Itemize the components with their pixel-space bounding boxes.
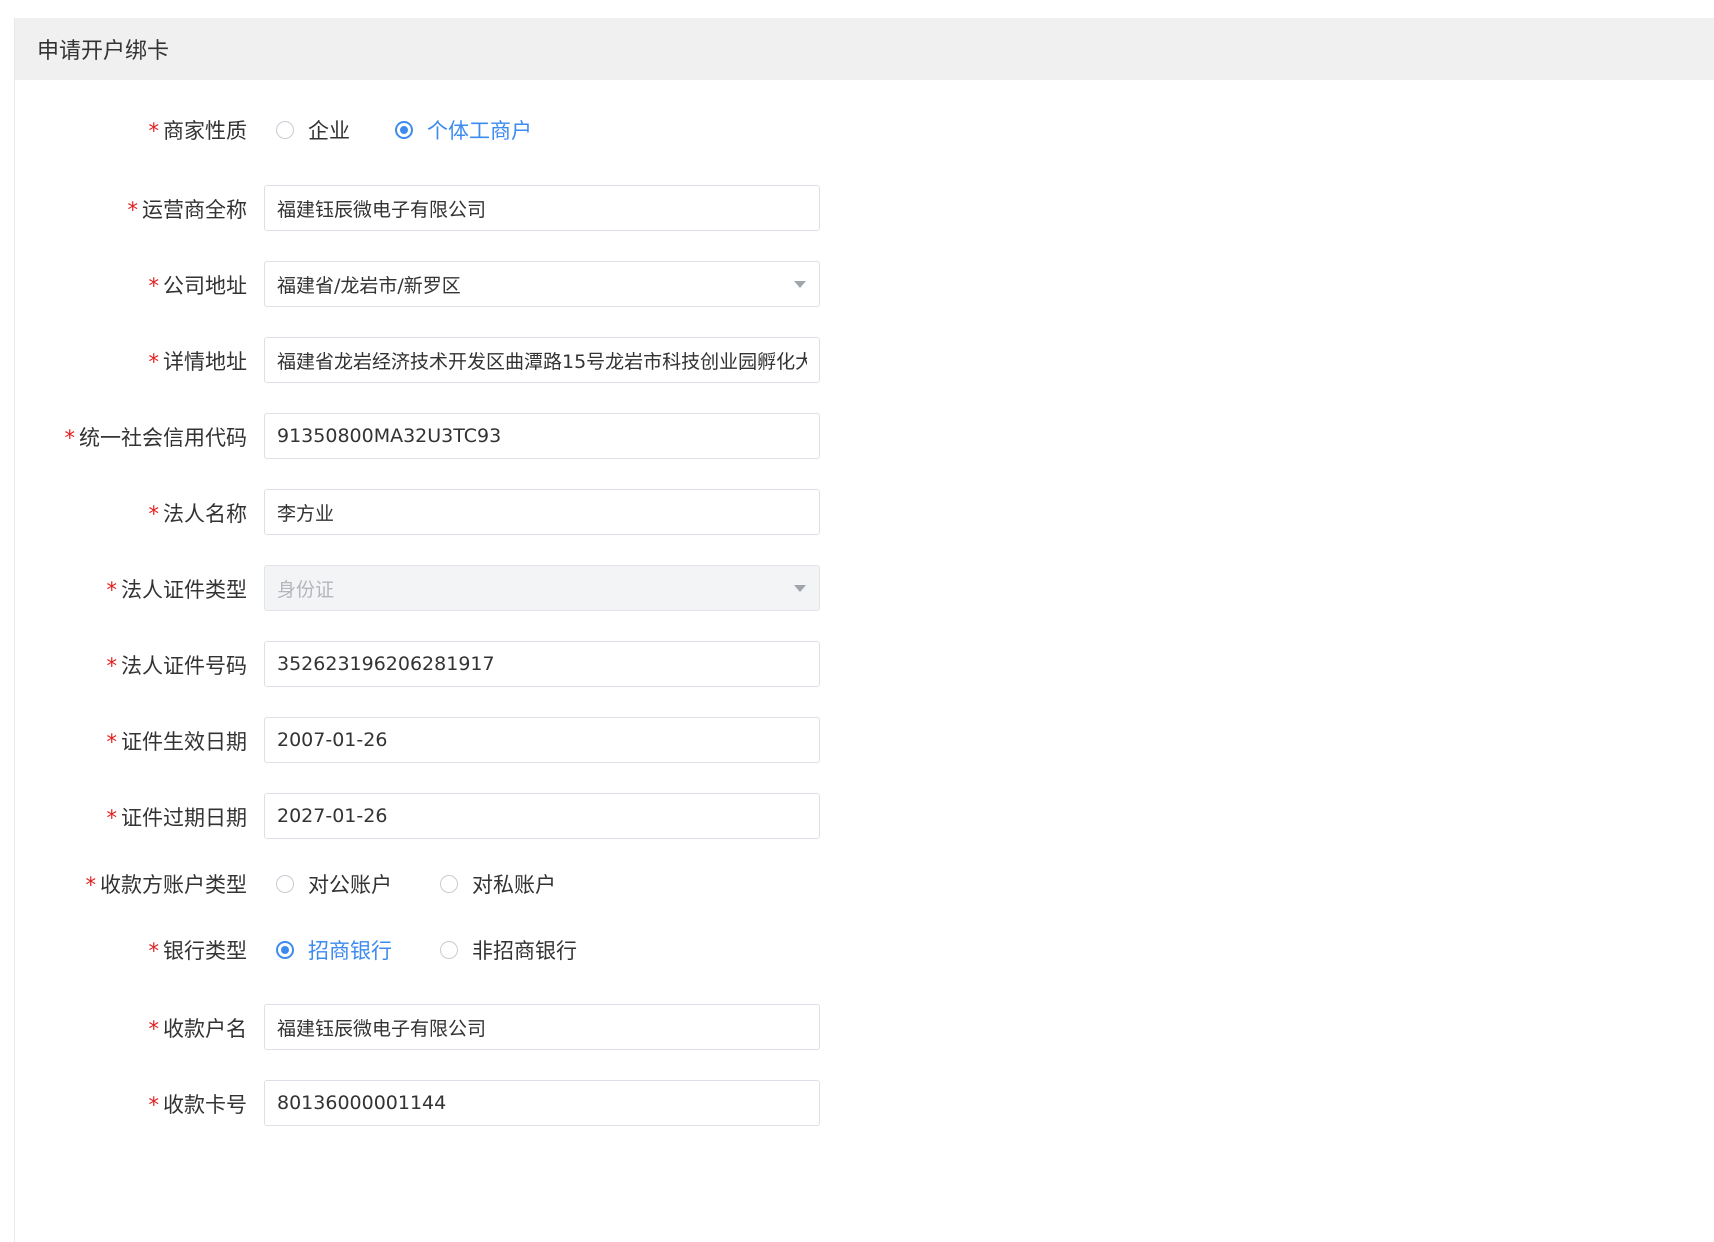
radio-enterprise-label: 企业 bbox=[308, 119, 350, 143]
page-title: 申请开户绑卡 bbox=[37, 39, 170, 64]
payee-card-number-input[interactable] bbox=[264, 1080, 820, 1126]
radio-circle-icon bbox=[440, 941, 458, 959]
radio-circle-icon bbox=[276, 121, 294, 139]
legal-id-type-value: 身份证 bbox=[277, 578, 335, 601]
bank-type-label: * 银行类型 bbox=[148, 939, 248, 963]
required-mark: * bbox=[148, 350, 160, 374]
legal-name-label: * 法人名称 bbox=[148, 502, 248, 526]
radio-individual-business-label: 个体工商户 bbox=[427, 119, 532, 143]
payee-name-label: * 收款户名 bbox=[148, 1017, 248, 1041]
id-start-date-label: * 证件生效日期 bbox=[106, 730, 248, 754]
form-row-legal-name: * 法人名称 bbox=[15, 489, 1015, 537]
detail-address-label: * 详情地址 bbox=[148, 350, 248, 374]
legal-id-type-select: 身份证 bbox=[264, 565, 820, 611]
id-start-date-input[interactable] bbox=[264, 717, 820, 763]
form-row-detail-address: * 详情地址 bbox=[15, 337, 1015, 385]
form-row-legal-id-type: * 法人证件类型 身份证 bbox=[15, 565, 1015, 613]
required-mark: * bbox=[85, 873, 97, 897]
radio-enterprise[interactable]: 企业 bbox=[276, 115, 395, 145]
account-binding-panel: 申请开户绑卡 * 商家性质 企业 个体工商户 * 运营商全称 福建钰辰微电子有限… bbox=[14, 18, 1714, 1242]
credit-code-label: * 统一社会信用代码 bbox=[64, 426, 248, 450]
credit-code-input[interactable] bbox=[264, 413, 820, 459]
required-mark: * bbox=[106, 654, 118, 678]
form-row-credit-code: * 统一社会信用代码 bbox=[15, 413, 1015, 461]
required-mark: * bbox=[127, 198, 139, 222]
payee-account-type-label: * 收款方账户类型 bbox=[85, 873, 248, 897]
radio-cmb-bank-label: 招商银行 bbox=[308, 939, 392, 963]
form-row-id-end-date: * 证件过期日期 bbox=[15, 793, 1015, 841]
required-mark: * bbox=[148, 119, 160, 143]
detail-address-input[interactable] bbox=[264, 337, 820, 383]
page: 申请开户绑卡 * 商家性质 企业 个体工商户 * 运营商全称 福建钰辰微电子有限… bbox=[0, 0, 1714, 1242]
radio-private-account[interactable]: 对私账户 bbox=[440, 869, 556, 899]
radio-non-cmb-bank[interactable]: 非招商银行 bbox=[440, 935, 577, 965]
legal-id-number-input[interactable] bbox=[264, 641, 820, 687]
required-mark: * bbox=[148, 502, 160, 526]
form-row-payee-account-type: * 收款方账户类型 对公账户 对私账户 bbox=[15, 860, 1015, 908]
merchant-type-label: * 商家性质 bbox=[148, 119, 248, 143]
chevron-down-icon bbox=[794, 585, 806, 592]
bank-type-radio-group: 招商银行 非招商银行 bbox=[276, 926, 577, 974]
radio-private-account-label: 对私账户 bbox=[472, 873, 556, 897]
required-mark: * bbox=[148, 1017, 160, 1041]
radio-corporate-account-label: 对公账户 bbox=[308, 873, 392, 897]
radio-non-cmb-bank-label: 非招商银行 bbox=[472, 939, 577, 963]
radio-individual-business[interactable]: 个体工商户 bbox=[395, 115, 532, 145]
form-row-legal-id-number: * 法人证件号码 bbox=[15, 641, 1015, 689]
required-mark: * bbox=[106, 806, 118, 830]
form-row-company-address: * 公司地址 福建省/龙岩市/新罗区 bbox=[15, 261, 1015, 309]
company-address-select[interactable]: 福建省/龙岩市/新罗区 bbox=[264, 261, 820, 307]
form-row-id-start-date: * 证件生效日期 bbox=[15, 717, 1015, 765]
form-row-payee-card-number: * 收款卡号 bbox=[15, 1080, 1015, 1128]
company-address-value: 福建省/龙岩市/新罗区 bbox=[277, 274, 461, 297]
form-row-merchant-type: * 商家性质 企业 个体工商户 bbox=[15, 106, 1015, 154]
required-mark: * bbox=[148, 1093, 160, 1117]
required-mark: * bbox=[148, 274, 160, 298]
radio-circle-checked-icon bbox=[276, 941, 294, 959]
form-row-payee-name: * 收款户名 bbox=[15, 1004, 1015, 1052]
legal-name-input[interactable] bbox=[264, 489, 820, 535]
radio-circle-icon bbox=[276, 875, 294, 893]
required-mark: * bbox=[106, 730, 118, 754]
operator-name-label: * 运营商全称 bbox=[127, 198, 248, 222]
merchant-type-radio-group: 企业 个体工商户 bbox=[276, 106, 532, 154]
panel-header: 申请开户绑卡 bbox=[15, 18, 1714, 80]
payee-account-type-radio-group: 对公账户 对私账户 bbox=[276, 860, 556, 908]
radio-corporate-account[interactable]: 对公账户 bbox=[276, 869, 440, 899]
legal-id-number-label: * 法人证件号码 bbox=[106, 654, 248, 678]
radio-cmb-bank[interactable]: 招商银行 bbox=[276, 935, 440, 965]
chevron-down-icon bbox=[794, 281, 806, 288]
company-address-label: * 公司地址 bbox=[148, 274, 248, 298]
id-end-date-label: * 证件过期日期 bbox=[106, 806, 248, 830]
form-row-operator-name: * 运营商全称 bbox=[15, 185, 1015, 233]
required-mark: * bbox=[64, 426, 76, 450]
radio-circle-checked-icon bbox=[395, 121, 413, 139]
operator-name-input[interactable] bbox=[264, 185, 820, 231]
id-end-date-input[interactable] bbox=[264, 793, 820, 839]
radio-circle-icon bbox=[440, 875, 458, 893]
required-mark: * bbox=[148, 939, 160, 963]
payee-card-number-label: * 收款卡号 bbox=[148, 1093, 248, 1117]
payee-name-input[interactable] bbox=[264, 1004, 820, 1050]
required-mark: * bbox=[106, 578, 118, 602]
legal-id-type-label: * 法人证件类型 bbox=[106, 578, 248, 602]
form-row-bank-type: * 银行类型 招商银行 非招商银行 bbox=[15, 926, 1015, 974]
